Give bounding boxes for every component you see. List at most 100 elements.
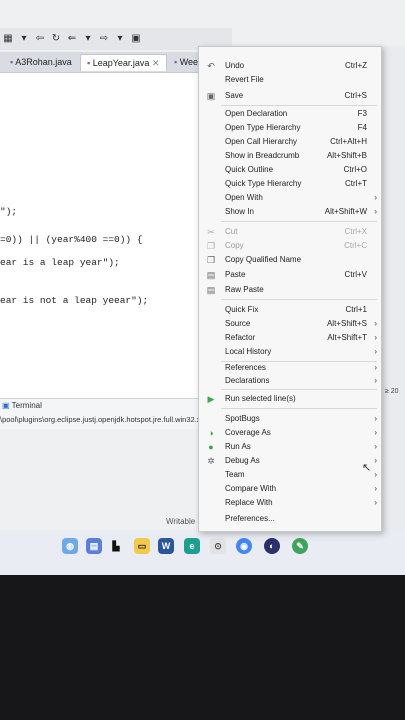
menu-item-spotbugs[interactable]: SpotBugs › [199,412,381,426]
copy-icon: ❐ [206,241,216,251]
menu-item-copy-qualified-name[interactable]: ❐ Copy Qualified Name [199,253,381,267]
submenu-arrow-icon: › [374,363,377,372]
menu-item-revert-file[interactable]: Revert File [199,73,381,87]
submenu-arrow-icon: › [374,207,377,216]
context-menu: ↶ Undo Ctrl+Z Revert File ▣ Save Ctrl+S … [198,46,382,532]
debug-bug-icon: ✲ [207,456,215,466]
menu-item-cut[interactable]: ✂ Cut Ctrl+X [199,225,381,239]
tab-label: LeapYear.java [92,58,150,68]
ruler-text: ≥ 20 [385,388,399,395]
chrome-icon[interactable]: ◉ [236,538,252,554]
edge-icon[interactable]: e [184,538,200,554]
terminal-panel: ▣ Terminal \pool\plugins\org.eclipse.jus… [0,398,230,429]
editor-tabs: ▪ A3Rohan.java ▪ LeapYear.java ✕ ▪ Weekd… [0,52,235,73]
terminal-icon: ▣ [2,401,10,410]
menu-item-references[interactable]: References › [199,361,381,375]
paste-icon: ▤ [206,270,216,280]
menu-item-debug-as[interactable]: ✲ Debug As › [199,454,381,468]
menu-item-preferences[interactable]: Preferences... [199,512,381,526]
menu-item-refactor[interactable]: Refactor Alt+Shift+T › [199,331,381,345]
eclipse-window: ▦ ▾ ⇦ ↻ ⇐ ▾ ⇨ ▾ ▣ ▪ A3Rohan.java ▪ LeapY… [0,0,405,575]
save-icon: ▣ [206,91,216,101]
menu-item-team[interactable]: Team › [199,468,381,482]
submenu-arrow-icon: › [374,498,377,507]
coverage-icon: ◑ [208,428,214,438]
close-icon[interactable]: ✕ [152,58,160,68]
menu-item-undo[interactable]: ↶ Undo Ctrl+Z [199,59,381,73]
menu-item-declarations[interactable]: Declarations › [199,374,381,388]
menu-separator [221,221,377,222]
menu-item-coverage-as[interactable]: ◑ Coverage As › [199,426,381,440]
menu-item-replace-with[interactable]: Replace With › [199,496,381,510]
pin-editor-icon[interactable]: ▣ [130,33,142,45]
menu-item-open-call-hierarchy[interactable]: Open Call Hierarchy Ctrl+Alt+H [199,135,381,149]
app-icon[interactable]: ✎ [292,538,308,554]
menu-item-compare-with[interactable]: Compare With › [199,482,381,496]
menu-separator [221,105,377,106]
writable-status: Writable [166,517,196,526]
terminal-path: \pool\plugins\org.eclipse.justj.openjdk.… [0,415,214,424]
search-icon[interactable]: ◍ [62,538,78,554]
word-icon[interactable]: W [158,538,174,554]
terminal-title: Terminal [11,401,42,410]
menu-separator [221,389,377,390]
submenu-arrow-icon: › [374,193,377,202]
raw-paste-icon: ▤ [206,285,216,295]
tab-leapyear[interactable]: ▪ LeapYear.java ✕ [80,54,167,71]
submenu-arrow-icon: › [374,414,377,423]
menu-item-show-in[interactable]: Show In Alt+Shift+W › [199,205,381,219]
menu-item-quick-type-hierarchy[interactable]: Quick Type Hierarchy Ctrl+T [199,177,381,191]
eclipse-icon[interactable]: ◐ [264,538,280,554]
file-explorer-icon[interactable]: ▭ [134,538,150,554]
menu-item-quick-fix[interactable]: Quick Fix Ctrl+1 [199,303,381,317]
undo-icon: ↶ [207,61,215,71]
run-as-icon: ● [208,442,214,452]
widgets-icon[interactable]: ▤ [86,538,102,554]
menu-item-quick-outline[interactable]: Quick Outline Ctrl+O [199,163,381,177]
menu-item-show-in-breadcrumb[interactable]: Show in Breadcrumb Alt+Shift+B [199,149,381,163]
code-line: ear is not a leap yeear"); [0,295,149,306]
submenu-arrow-icon: › [374,376,377,385]
cut-icon: ✂ [207,227,215,237]
right-panel: ≥ 20 [381,46,405,530]
refresh-icon[interactable]: ↻ [50,33,62,45]
menu-item-raw-paste[interactable]: ▤ Raw Paste [199,283,381,297]
dropdown-icon[interactable]: ▾ [82,33,94,45]
submenu-arrow-icon: › [374,333,377,342]
menu-item-run-selected-lines[interactable]: ▶ Run selected line(s) [199,392,381,406]
tab-label: A3Rohan.java [15,57,72,67]
dropdown-icon[interactable]: ▾ [18,33,30,45]
monitor-bezel [0,575,405,720]
code-line: ear is a leap year"); [0,257,120,268]
menu-separator [221,408,377,409]
run-icon: ▶ [207,394,215,404]
menu-item-open-with[interactable]: Open With › [199,191,381,205]
menu-item-local-history[interactable]: Local History › [199,345,381,359]
task-view-icon[interactable]: ▙ [108,538,124,554]
back-icon[interactable]: ⇐ [66,33,78,45]
menu-separator [221,299,377,300]
tab-a3rohan[interactable]: ▪ A3Rohan.java [4,54,78,70]
menu-item-source[interactable]: Source Alt+Shift+S › [199,317,381,331]
dropdown-icon[interactable]: ▾ [114,33,126,45]
menu-item-save[interactable]: ▣ Save Ctrl+S [199,89,381,103]
submenu-arrow-icon: › [374,428,377,437]
back-nav-icon[interactable]: ⇦ [34,33,46,45]
submenu-arrow-icon: › [374,470,377,479]
code-editor[interactable]: "); =0)) || (year%400 ==0)) { ear is a l… [0,73,230,398]
menu-item-open-type-hierarchy[interactable]: Open Type Hierarchy F4 [199,121,381,135]
java-file-icon: ▪ [87,58,91,68]
menu-item-copy[interactable]: ❐ Copy Ctrl+C [199,239,381,253]
code-line: =0)) || (year%400 ==0)) { [0,234,143,245]
forward-icon[interactable]: ⇨ [98,33,110,45]
submenu-arrow-icon: › [374,347,377,356]
grid-icon[interactable]: ▦ [2,33,14,45]
submenu-arrow-icon: › [374,442,377,451]
terminal-tab[interactable]: ▣ Terminal [2,401,42,410]
menu-item-open-declaration[interactable]: Open Declaration F3 [199,107,381,121]
menu-item-run-as[interactable]: ● Run As › [199,440,381,454]
app-icon[interactable]: ⊙ [210,538,226,554]
submenu-arrow-icon: › [374,484,377,493]
windows-taskbar: ◍ ▤ ▙ ▭ W e ⊙ ◉ ◐ ✎ [0,530,405,575]
menu-item-paste[interactable]: ▤ Paste Ctrl+V [199,268,381,282]
